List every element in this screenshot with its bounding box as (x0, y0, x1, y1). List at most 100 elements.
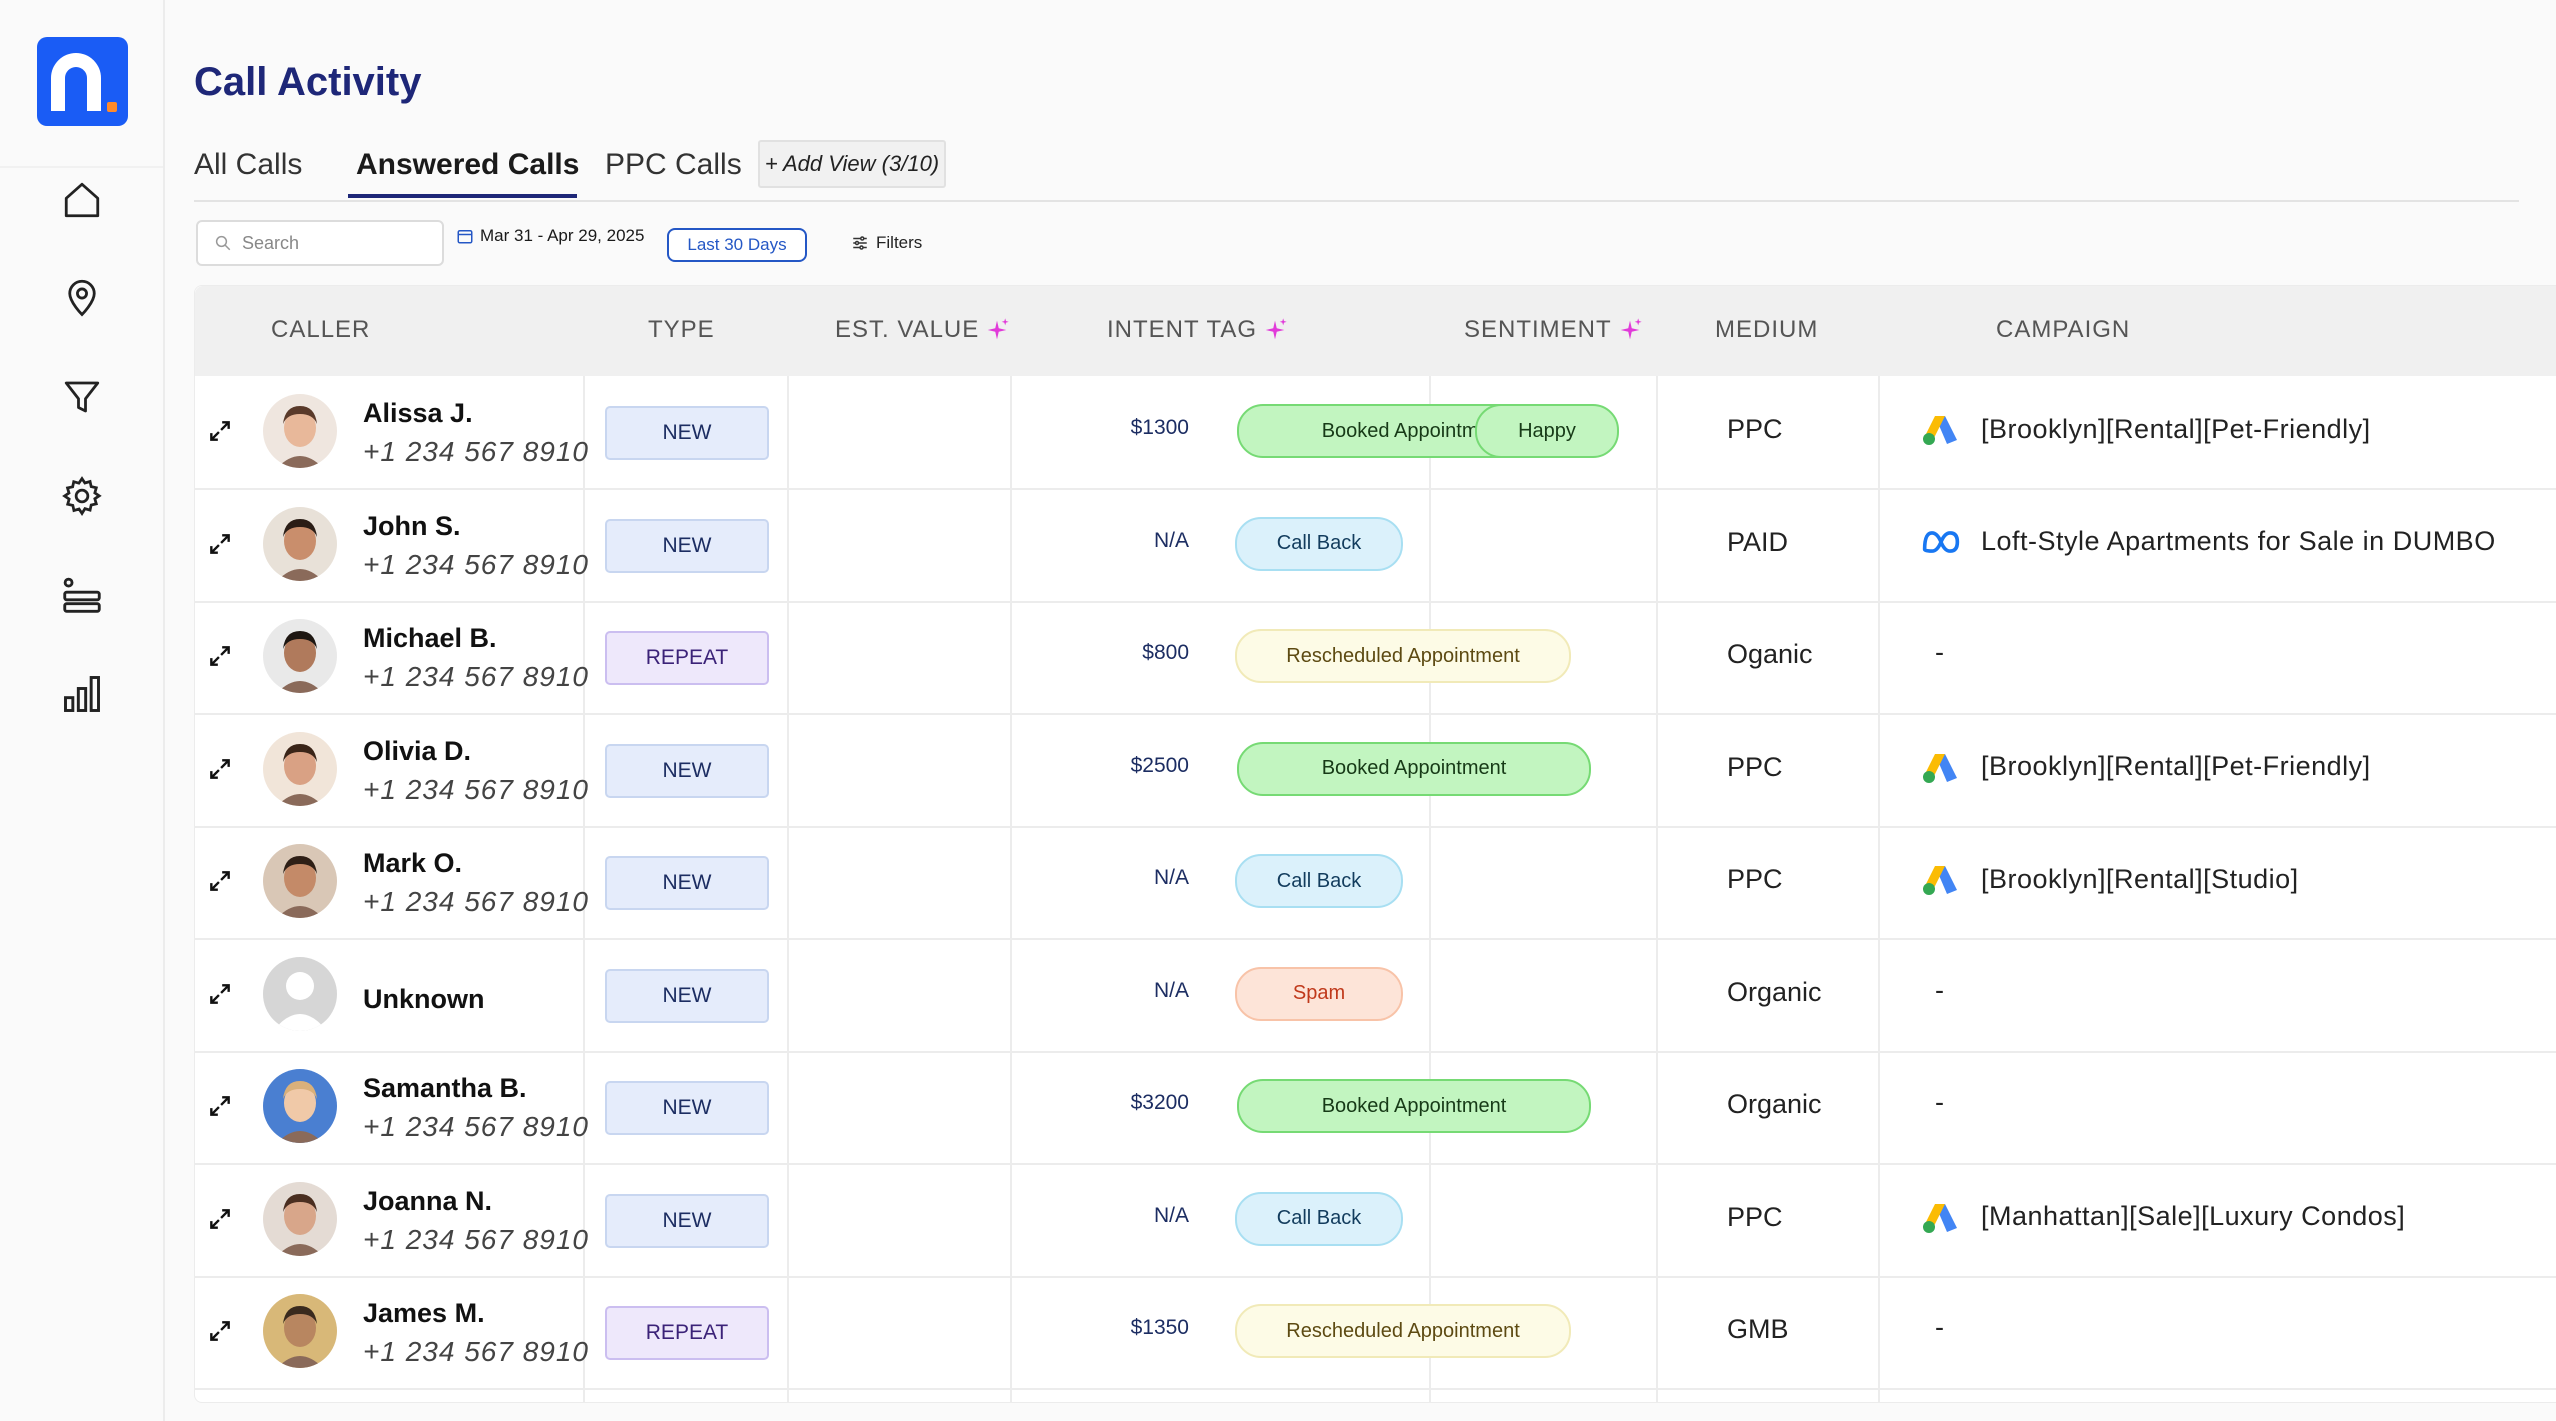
expand-icon[interactable] (207, 643, 233, 669)
avatar (263, 956, 337, 1031)
campaign-name: [Brooklyn][Rental][Pet-Friendly] (1981, 413, 2371, 444)
sentiment-tag[interactable]: Happy (1475, 404, 1619, 458)
campaign-name: Loft-Style Apartments for Sale in DUMBO (1981, 526, 2496, 556)
expand-icon[interactable] (207, 1093, 233, 1119)
est-value: N/A (1153, 1203, 1189, 1227)
campaign-cell[interactable]: Loft-Style Apartments for Sale in DUMBO (1921, 525, 2496, 559)
intent-tag[interactable]: Rescheduled Appointment (1235, 1304, 1571, 1358)
tab-answered-calls[interactable]: Answered Calls (356, 148, 579, 182)
search-placeholder: Search (242, 232, 300, 253)
table-header: CALLER TYPE EST. VALUE INTENT TAG SENTIM… (195, 286, 2556, 376)
calendar-icon (456, 227, 474, 245)
expand-icon[interactable] (207, 1206, 233, 1232)
medium-value: Organic (1727, 1089, 1822, 1119)
header-campaign[interactable]: CAMPAIGN (1996, 316, 2130, 344)
expand-icon[interactable] (207, 418, 233, 444)
caller-name[interactable]: Mark O. (363, 848, 462, 879)
avatar (263, 394, 337, 468)
add-view-button[interactable]: + Add View (3/10) (758, 140, 946, 188)
calls-table: CALLER TYPE EST. VALUE INTENT TAG SENTIM… (194, 285, 2556, 1403)
avatar (263, 1294, 337, 1368)
filters-label: Filters (876, 233, 923, 252)
header-est-value[interactable]: EST. VALUE (835, 316, 1011, 344)
google-ads-icon (1921, 1200, 1961, 1234)
last-30-days-button[interactable]: Last 30 Days (667, 228, 807, 262)
sliders-icon (850, 234, 870, 252)
funnel-icon[interactable] (56, 371, 108, 423)
campaign-cell[interactable]: [Brooklyn][Rental][Studio] (1921, 862, 2299, 896)
campaign-cell[interactable]: [Brooklyn][Rental][Pet-Friendly] (1921, 412, 2371, 446)
expand-icon[interactable] (207, 868, 233, 894)
caller-name[interactable]: Joanna N. (363, 1186, 492, 1217)
caller-phone: +1 234 567 8910 (363, 1223, 589, 1255)
intent-tag[interactable]: Spam (1235, 966, 1403, 1021)
table-row[interactable]: Mark O. +1 234 567 8910 NEW N/A Call Bac… (195, 826, 2556, 940)
intent-tag[interactable]: Call Back (1235, 1191, 1403, 1246)
tab-all-calls[interactable]: All Calls (194, 148, 302, 182)
table-row[interactable]: Alissa J. +1 234 567 8910 NEW $1300 Book… (195, 376, 2556, 490)
est-value: $3200 (1130, 1091, 1189, 1114)
expand-icon[interactable] (207, 756, 233, 782)
est-value: $1300 (1130, 416, 1189, 439)
intent-tag[interactable]: Call Back (1235, 854, 1403, 908)
caller-name[interactable]: Unknown (363, 984, 485, 1015)
avatar (263, 619, 337, 693)
table-row[interactable]: Samantha B. +1 234 567 8910 NEW $3200 Bo… (195, 1051, 2556, 1165)
est-value: $2500 (1130, 753, 1189, 777)
campaign-cell[interactable]: [Brooklyn][Rental][Pet-Friendly] (1921, 750, 2371, 784)
view-tabs: All Calls Answered Calls PPC Calls + Add… (194, 140, 2519, 202)
campaign-cell[interactable]: [Manhattan][Sale][Luxury Condos] (1921, 1200, 2405, 1234)
medium-value: PAID (1727, 526, 1789, 557)
table-row[interactable]: Olivia D. +1 234 567 8910 NEW $2500 Book… (195, 714, 2556, 828)
campaign-cell[interactable]: - (1921, 637, 1945, 668)
caller-name[interactable]: Michael B. (363, 623, 497, 654)
table-row[interactable]: James M. +1 234 567 8910 REPEAT $1350 Re… (195, 1276, 2556, 1390)
table-row[interactable]: Unknown NEW N/A Spam Organic - (195, 939, 2556, 1053)
caller-phone: +1 234 567 8910 (363, 661, 589, 692)
expand-icon[interactable] (207, 981, 233, 1007)
header-type[interactable]: TYPE (648, 316, 715, 344)
header-sentiment[interactable]: SENTIMENT (1464, 316, 1644, 344)
avatar (263, 731, 337, 806)
campaign-empty: - (1935, 974, 1945, 1005)
sidebar (0, 0, 165, 1421)
location-pin-icon[interactable] (56, 271, 108, 323)
type-badge: NEW (605, 856, 769, 910)
gear-icon[interactable] (56, 470, 108, 522)
tab-ppc-calls[interactable]: PPC Calls (605, 148, 742, 182)
intent-tag[interactable]: Rescheduled Appointment (1235, 629, 1571, 683)
date-range-picker[interactable]: Mar 31 - Apr 29, 2025 (456, 226, 644, 246)
campaign-cell[interactable]: - (1921, 1087, 1945, 1118)
campaign-cell[interactable]: - (1921, 1312, 1945, 1343)
list-icon[interactable] (56, 570, 108, 622)
type-badge: NEW (605, 406, 769, 460)
header-medium[interactable]: MEDIUM (1715, 316, 1818, 344)
table-row[interactable]: John S. +1 234 567 8910 NEW N/A Call Bac… (195, 489, 2556, 603)
caller-name[interactable]: Olivia D. (363, 736, 471, 767)
caller-name[interactable]: James M. (363, 1298, 485, 1329)
bar-chart-icon[interactable] (56, 668, 108, 720)
app-logo[interactable] (37, 37, 128, 126)
caller-name[interactable]: John S. (363, 511, 461, 542)
table-row[interactable]: Joanna N. +1 234 567 8910 NEW N/A Call B… (195, 1164, 2556, 1278)
intent-tag[interactable]: Booked Appointment (1237, 1079, 1591, 1133)
header-caller[interactable]: CALLER (271, 316, 370, 344)
est-value: N/A (1153, 978, 1189, 1002)
header-intent-tag[interactable]: INTENT TAG (1107, 316, 1289, 344)
caller-name[interactable]: Samantha B. (363, 1073, 527, 1104)
google-ads-icon (1921, 412, 1961, 446)
intent-tag[interactable]: Call Back (1235, 516, 1403, 571)
search-input[interactable]: Search (196, 220, 444, 266)
est-value: $1350 (1130, 1316, 1189, 1339)
table-row[interactable]: Michael B. +1 234 567 8910 REPEAT $800 R… (195, 601, 2556, 715)
caller-phone: +1 234 567 8910 (363, 1336, 589, 1367)
expand-icon[interactable] (207, 531, 233, 557)
caller-name[interactable]: Alissa J. (363, 398, 473, 429)
medium-value: GMB (1727, 1314, 1789, 1344)
filters-button[interactable]: Filters (850, 224, 922, 262)
campaign-cell[interactable]: - (1921, 975, 1945, 1006)
home-icon[interactable] (56, 174, 108, 226)
expand-icon[interactable] (207, 1318, 233, 1344)
caller-phone: +1 234 567 8910 (363, 548, 589, 580)
intent-tag[interactable]: Booked Appointment (1237, 741, 1591, 796)
